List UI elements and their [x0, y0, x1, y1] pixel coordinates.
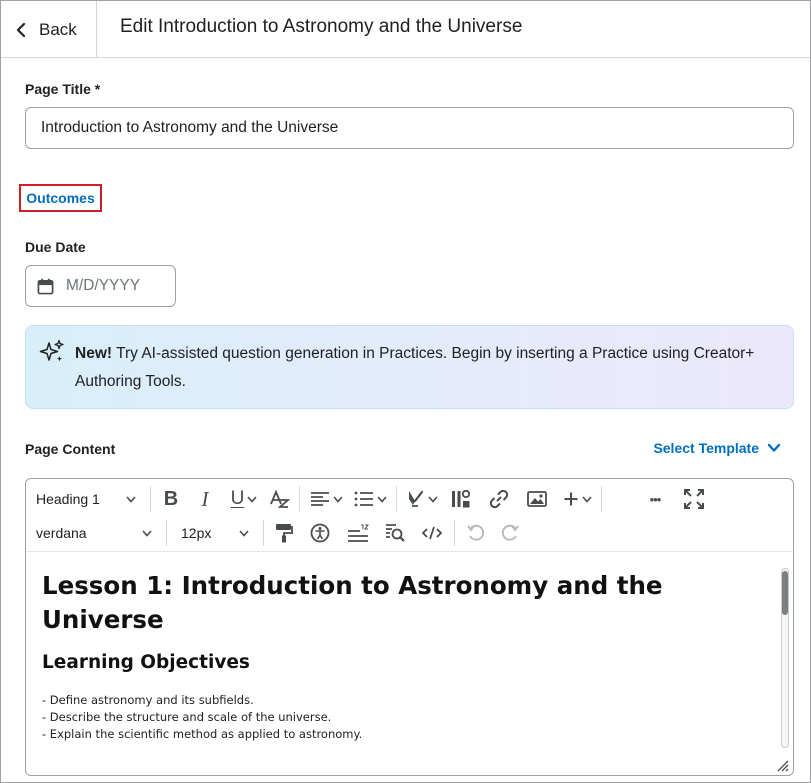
chevron-down-icon — [767, 443, 781, 452]
word-count-button[interactable] — [340, 518, 376, 548]
find-replace-button[interactable] — [376, 518, 414, 548]
page-title: Edit Introduction to Astronomy and the U… — [120, 16, 523, 37]
chevron-down-icon — [376, 495, 387, 503]
chevron-down-icon — [142, 529, 152, 537]
insert-link-button[interactable] — [481, 484, 517, 514]
bold-button[interactable]: B — [155, 484, 187, 514]
accessibility-checker-button[interactable] — [300, 518, 340, 548]
resize-handle-icon[interactable] — [777, 760, 789, 772]
highlighter-icon — [408, 490, 423, 507]
highlight-button[interactable] — [401, 484, 441, 514]
italic-icon: I — [201, 486, 209, 511]
rich-text-editor: Heading 1 B I U ••• verdana 12px Lesson … — [25, 478, 794, 776]
back-label: Back — [39, 19, 77, 39]
font-size-value: 12px — [181, 525, 212, 541]
toolbar-divider — [299, 486, 300, 512]
outcomes-link[interactable]: Outcomes — [26, 190, 94, 206]
align-button[interactable] — [304, 484, 348, 514]
chevron-down-icon — [581, 495, 592, 503]
format-painter-button[interactable] — [268, 518, 300, 548]
outcomes-highlight: Outcomes — [19, 184, 102, 212]
underline-button[interactable]: U — [223, 484, 265, 514]
list-item: - Explain the scientific method as appli… — [42, 727, 363, 741]
source-code-button[interactable] — [414, 518, 450, 548]
list-item: - Describe the structure and scale of th… — [42, 710, 332, 724]
page-content-label: Page Content — [25, 441, 116, 457]
strikethrough-format-icon — [270, 489, 291, 508]
bold-icon: B — [163, 487, 179, 510]
insert-image-button[interactable] — [517, 484, 557, 514]
image-icon — [527, 491, 547, 507]
banner-message: New! Try AI-assisted question generation… — [75, 340, 787, 396]
select-template-label: Select Template — [653, 440, 759, 456]
toolbar-divider — [150, 486, 151, 512]
lesson-heading: Lesson 1: Introduction to Astronomy and … — [42, 571, 663, 634]
ai-announcement-banner: New! Try AI-assisted question generation… — [25, 325, 794, 409]
accessibility-icon — [310, 523, 330, 543]
toolbar-divider — [263, 520, 264, 546]
back-button[interactable]: Back — [1, 1, 97, 58]
italic-button[interactable]: I — [187, 484, 223, 514]
list-item: - Define astronomy and its subfields. — [42, 693, 254, 707]
toolbar-divider — [396, 486, 397, 512]
toolbar-divider — [601, 486, 602, 512]
banner-text: Try AI-assisted question generation in P… — [75, 345, 755, 390]
scrollbar-thumb[interactable] — [782, 571, 788, 615]
page-title-label: Page Title * — [25, 81, 101, 97]
block-format-value: Heading 1 — [36, 491, 100, 507]
toolbar-row-1: Heading 1 B I U ••• — [26, 482, 793, 516]
learning-objectives-heading: Learning Objectives — [42, 652, 250, 673]
scrollbar[interactable] — [781, 568, 789, 748]
bulleted-list-icon — [354, 491, 373, 507]
redo-button[interactable] — [493, 518, 527, 548]
fullscreen-button[interactable] — [682, 484, 706, 514]
undo-button[interactable] — [459, 518, 493, 548]
chevron-down-icon — [332, 495, 343, 503]
link-icon — [489, 489, 509, 509]
calendar-icon[interactable] — [37, 278, 54, 295]
page-title-input[interactable] — [25, 107, 794, 149]
font-family-value: verdana — [36, 525, 87, 541]
more-actions-button[interactable]: ••• — [628, 484, 682, 514]
undo-icon — [467, 524, 485, 541]
due-date-input[interactable] — [66, 277, 156, 295]
redo-icon — [501, 524, 519, 541]
chevron-down-icon — [247, 495, 257, 503]
objectives-list: - Define astronomy and its subfields. - … — [42, 692, 362, 743]
insert-stuff-button[interactable] — [441, 484, 481, 514]
insert-more-button[interactable] — [557, 484, 597, 514]
fullscreen-icon — [684, 489, 704, 509]
chevron-left-icon — [16, 22, 26, 37]
chevron-down-icon — [427, 495, 438, 503]
font-family-select[interactable]: verdana — [26, 525, 162, 541]
banner-new-label: New! — [75, 345, 113, 362]
select-template-button[interactable]: Select Template — [653, 440, 781, 456]
toolbar-divider — [166, 520, 167, 546]
underline-icon: U — [230, 488, 245, 509]
insert-stuff-icon — [452, 489, 471, 508]
due-date-field[interactable] — [25, 265, 176, 307]
page-header: Back Edit Introduction to Astronomy and … — [1, 1, 810, 58]
toolbar-divider — [454, 520, 455, 546]
strikethrough-format-button[interactable] — [265, 484, 295, 514]
sparkle-icon — [39, 339, 64, 362]
plus-icon — [564, 492, 577, 506]
chevron-down-icon — [126, 495, 136, 503]
chevron-down-icon — [239, 529, 249, 537]
format-painter-icon — [276, 524, 293, 543]
toolbar-row-2: verdana 12px — [26, 516, 527, 550]
align-left-icon — [310, 492, 329, 506]
find-replace-icon — [386, 524, 405, 542]
block-format-select[interactable]: Heading 1 — [26, 491, 146, 507]
word-count-icon — [348, 524, 369, 542]
due-date-label: Due Date — [25, 239, 86, 255]
more-icon: ••• — [649, 491, 662, 507]
font-size-select[interactable]: 12px — [171, 525, 259, 541]
source-code-icon — [422, 526, 442, 540]
editor-content[interactable]: Lesson 1: Introduction to Astronomy and … — [26, 551, 793, 775]
list-button[interactable] — [348, 484, 392, 514]
